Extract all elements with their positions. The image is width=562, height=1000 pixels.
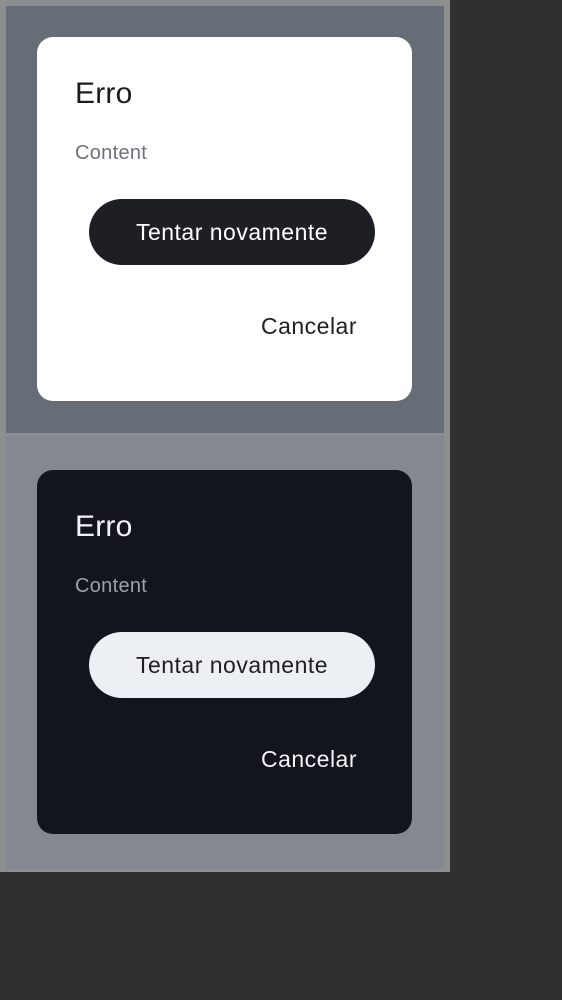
- cancel-button[interactable]: Cancelar: [233, 732, 375, 786]
- retry-button[interactable]: Tentar novamente: [89, 632, 375, 698]
- error-dialog-light: Erro Content Tentar novamente Cancelar: [37, 37, 412, 401]
- light-theme-preview: Erro Content Tentar novamente Cancelar: [6, 6, 444, 433]
- dialog-title: Erro: [75, 77, 133, 110]
- preview-canvas: Erro Content Tentar novamente Cancelar E…: [0, 0, 450, 872]
- cancel-button[interactable]: Cancelar: [233, 299, 375, 353]
- dark-theme-preview: Erro Content Tentar novamente Cancelar: [6, 436, 444, 869]
- dialog-content: Content: [75, 142, 148, 164]
- dialog-content: Content: [75, 575, 148, 597]
- dialog-title: Erro: [75, 510, 133, 543]
- error-dialog-dark: Erro Content Tentar novamente Cancelar: [37, 470, 412, 834]
- retry-button[interactable]: Tentar novamente: [89, 199, 375, 265]
